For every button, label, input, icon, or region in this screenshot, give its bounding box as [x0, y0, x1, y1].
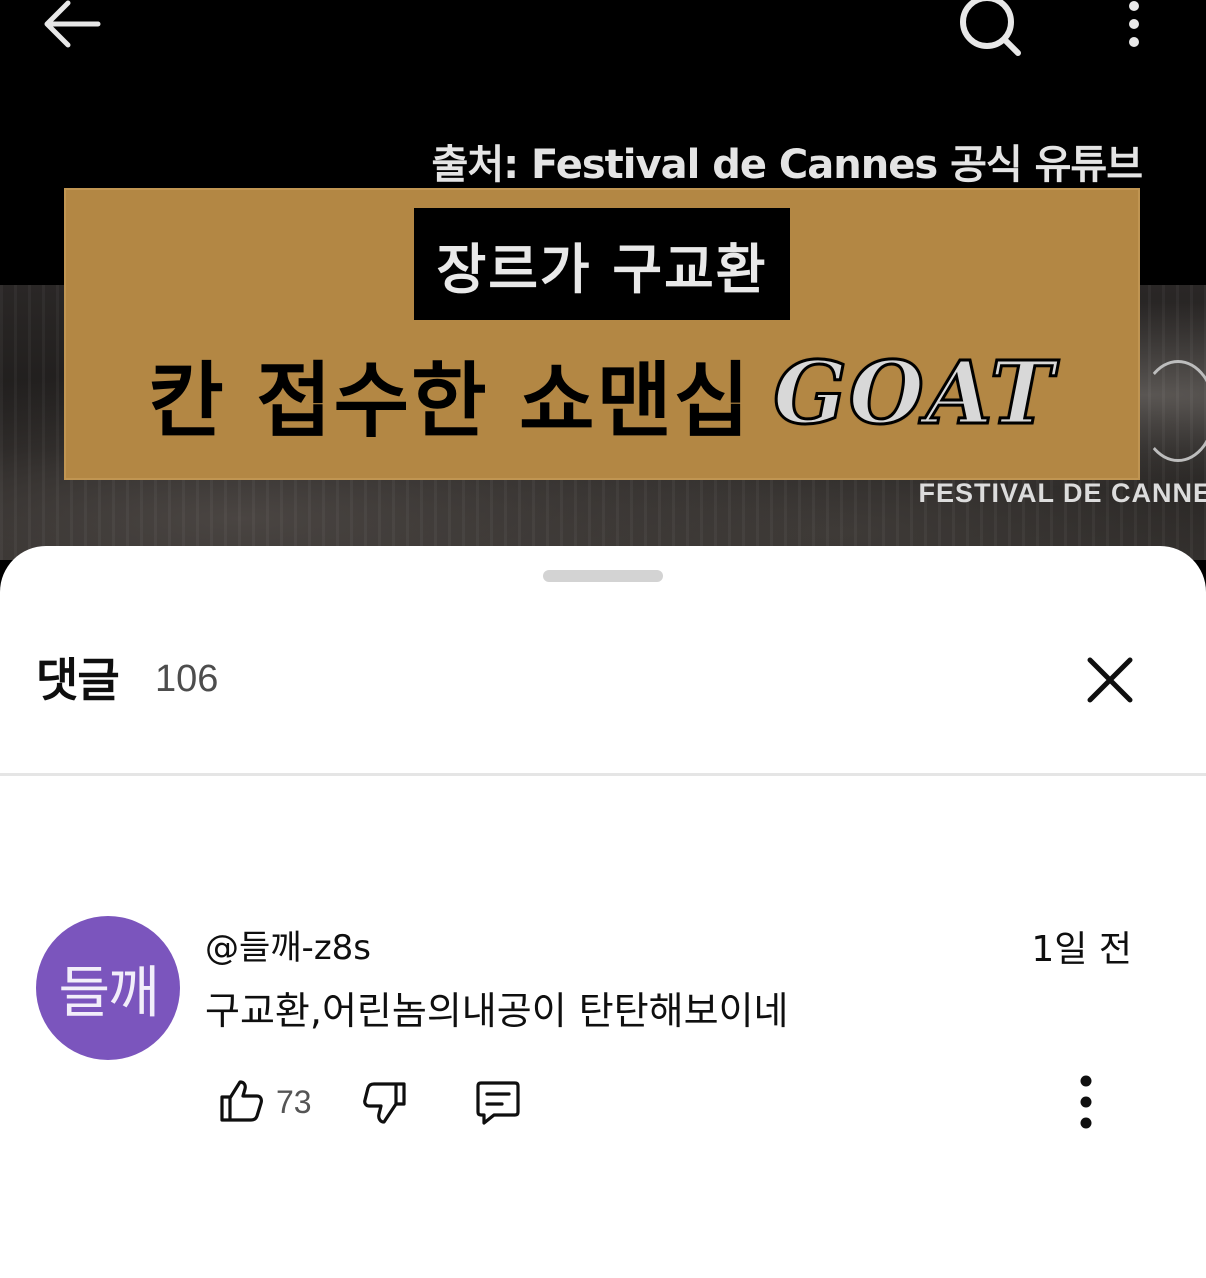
source-caption: 출처: Festival de Cannes 공식 유튜브 [431, 142, 1143, 188]
back-button[interactable] [38, 0, 108, 50]
more-vertical-icon [1080, 1075, 1092, 1129]
comment-text: 구교환,어린놈의내공이 탄탄해보이네 [205, 989, 789, 1033]
thumbs-up-icon [220, 1080, 263, 1122]
comment-item: 들깨 @들깨-z8s 1일 전 구교환,어린놈의내공이 탄탄해보이네 73 [0, 906, 1206, 1136]
like-button[interactable] [216, 1076, 266, 1126]
search-icon [960, 0, 1021, 56]
comments-count: 106 [155, 658, 219, 700]
banner-tag: 장르가 구교환 [414, 208, 790, 320]
reply-button[interactable] [472, 1078, 524, 1128]
close-icon [1087, 657, 1133, 703]
more-options-button[interactable] [1118, 0, 1150, 50]
thumbs-down-icon [363, 1082, 406, 1124]
arrow-left-icon [44, 0, 101, 48]
comment-timestamp: 1일 전 [1031, 929, 1132, 970]
comments-title: 댓글 [36, 653, 120, 707]
drag-handle[interactable] [543, 570, 663, 582]
banner-title: 칸 접수한 쇼맨십 GOAT [64, 338, 1140, 449]
festival-watermark: FESTIVAL DE CANNE [918, 478, 1206, 508]
avatar[interactable]: 들깨 [36, 916, 180, 1060]
comment-more-button[interactable] [1072, 1074, 1100, 1130]
video-player[interactable]: 출처: Festival de Cannes 공식 유튜브 장르가 구교환 칸 … [0, 0, 1206, 560]
comments-sheet: 댓글 106 들깨 @들깨-z8s 1일 전 구교환,어린놈의내공이 탄탄해보이… [0, 546, 1206, 1278]
banner-title-highlight: GOAT [772, 341, 1056, 445]
title-banner: 장르가 구교환 칸 접수한 쇼맨십 GOAT [64, 188, 1140, 480]
dislike-button[interactable] [360, 1078, 410, 1128]
like-count: 73 [276, 1084, 312, 1120]
search-button[interactable] [955, 0, 1025, 58]
comment-author[interactable]: @들깨-z8s [205, 920, 371, 969]
more-vertical-icon [1129, 1, 1139, 47]
divider [0, 773, 1206, 776]
banner-title-text: 칸 접수한 쇼맨십 [148, 352, 752, 449]
close-button[interactable] [1080, 650, 1140, 710]
festival-logo-circle [1140, 360, 1206, 462]
reply-comment-icon [476, 1081, 520, 1125]
